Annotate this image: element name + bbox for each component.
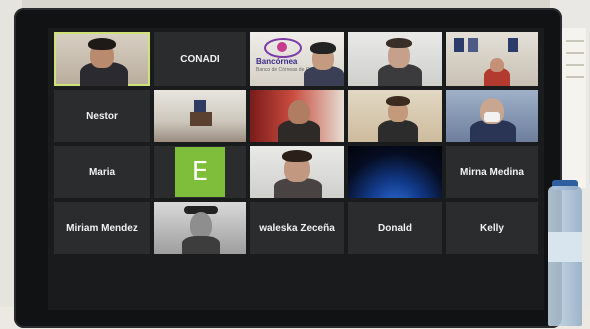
participant-name: Kelly [480,222,504,234]
participant-name-tile[interactable]: waleska Zeceña [250,202,344,254]
participant-body [378,120,418,142]
participant-hair [282,150,312,162]
participant-video-tile[interactable] [348,146,442,198]
participant-video-tile[interactable] [54,32,150,86]
avatar-letter: E [191,157,209,187]
paper-line [566,52,584,54]
participant-hair [386,38,412,48]
participant-name: waleska Zeceña [259,222,335,234]
participant-name: Miriam Mendez [66,222,138,234]
wall-frame [454,38,464,52]
participant-face [490,58,504,72]
logo-text: Bancórnea [256,57,298,66]
participant-name-tile[interactable]: Nestor [54,90,150,142]
participant-video-tile[interactable] [154,202,246,254]
meeting-gallery: CONADI Bancórnea Banco de Córneas de Gua… [48,28,544,310]
participant-body [182,236,220,254]
participant-hair [386,96,410,106]
participant-name-tile[interactable]: Maria [54,146,150,198]
participant-video-tile[interactable] [446,90,538,142]
participant-name-tile[interactable]: Mirna Medina [446,146,538,198]
participant-face [288,100,310,124]
participant-name: Donald [378,222,412,234]
avatar: E [175,147,225,197]
participant-name-tile[interactable]: Donald [348,202,442,254]
participant-name-tile[interactable]: CONADI [154,32,246,86]
participant-name: Nestor [86,110,118,122]
participant-video-tile[interactable] [348,32,442,86]
office-desk [190,112,212,126]
paper-line [566,40,584,42]
paper-line [566,64,584,66]
monitor: CONADI Bancórnea Banco de Córneas de Gua… [14,8,562,328]
participant-video-tile[interactable] [348,90,442,142]
participant-video-tile[interactable]: Bancórnea Banco de Córneas de Guate [250,32,344,86]
participant-avatar-tile[interactable]: E [154,146,246,198]
wall-frame [468,38,478,52]
participant-name: CONADI [180,53,220,65]
office-screen [194,100,206,112]
face-mask [484,112,500,122]
participant-video-tile[interactable] [250,90,344,142]
participant-hair [88,38,116,50]
participant-name-tile[interactable]: Miriam Mendez [54,202,150,254]
participant-video-tile[interactable] [250,146,344,198]
participant-face [190,212,212,238]
eye-pupil-icon [277,42,287,52]
participant-name: Mirna Medina [460,166,524,178]
participant-name-tile[interactable]: Kelly [446,202,538,254]
participant-name: Maria [88,166,116,178]
participant-video-tile[interactable] [154,90,246,142]
bottle-label [548,232,582,262]
wall-frame [508,38,518,52]
participant-hair [310,42,336,54]
participant-video-tile[interactable] [446,32,538,86]
paper-line [566,76,584,78]
